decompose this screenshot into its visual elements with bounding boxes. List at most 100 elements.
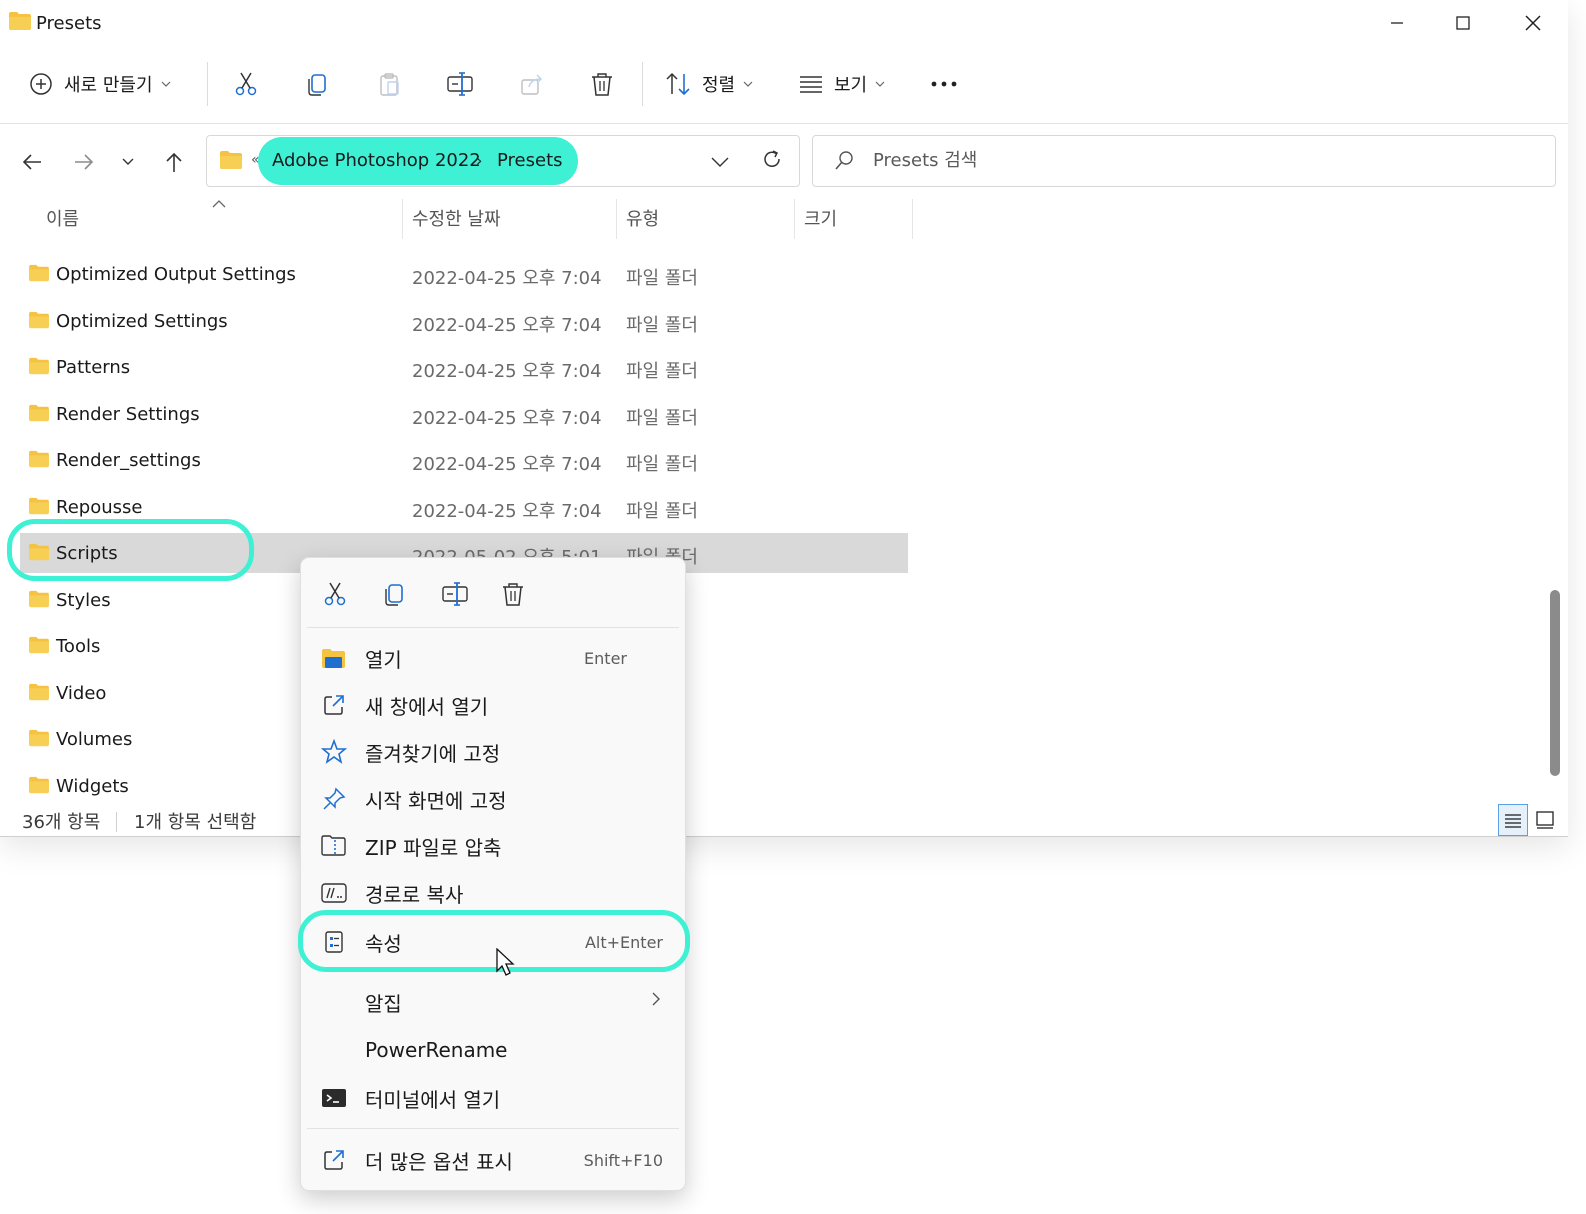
folder-icon (28, 264, 50, 286)
recent-locations-button[interactable] (112, 146, 144, 178)
menu-item-open-terminal[interactable]: 터미널에서 열기 (307, 1074, 679, 1120)
close-icon (1525, 15, 1541, 31)
file-date: 2022-04-25 오후 7:04 (412, 454, 602, 475)
column-divider[interactable] (616, 199, 617, 239)
menu-item-pin-favorites[interactable]: 즐겨찾기에 고정 (307, 728, 679, 774)
view-icon (800, 76, 822, 93)
new-button[interactable]: 새로 만들기 (28, 62, 171, 106)
toolbar-divider (207, 62, 208, 106)
file-row[interactable]: Patterns 2022-04-25 오후 7:04 파일 폴더 (20, 347, 908, 387)
menu-item-alzip[interactable]: 알집 (307, 978, 679, 1024)
zip-icon (321, 833, 347, 859)
toolbar-divider (642, 62, 643, 106)
menu-divider (307, 1128, 679, 1129)
close-button[interactable] (1510, 8, 1556, 38)
delete-icon (592, 73, 612, 96)
properties-highlight-ring (298, 910, 690, 972)
menu-copy-button[interactable] (377, 576, 413, 612)
chevron-down-icon (711, 157, 729, 167)
folder-icon (28, 404, 50, 426)
forward-button[interactable] (66, 146, 102, 178)
plus-circle-icon (30, 73, 52, 95)
file-date: 2022-04-25 오후 7:04 (412, 314, 602, 336)
file-row[interactable]: Optimized Output Settings 2022-04-25 오후 7… (20, 254, 908, 294)
menu-rename-button[interactable] (437, 576, 473, 612)
cut-icon (324, 582, 346, 606)
column-header-size[interactable]: 크기 (804, 205, 837, 231)
paste-button[interactable] (371, 62, 407, 106)
rename-icon (442, 582, 468, 606)
file-row[interactable]: Render_settings 2022-04-25 오후 7:04 파일 폴더 (20, 440, 908, 480)
copy-button[interactable] (300, 62, 336, 106)
details-view-button[interactable] (1498, 804, 1528, 836)
file-row[interactable]: Render Settings 2022-04-25 오후 7:04 파일 폴더 (20, 394, 908, 434)
menu-item-pin-start[interactable]: 시작 화면에 고정 (307, 775, 679, 821)
share-button[interactable] (514, 62, 550, 106)
file-name: Repousse (56, 496, 143, 518)
copy-icon (308, 74, 326, 96)
column-divider[interactable] (402, 199, 403, 239)
chevron-right-icon (651, 990, 661, 1012)
menu-item-open[interactable]: 열기 Enter (307, 634, 679, 680)
folder-icon (28, 776, 50, 798)
pin-icon (321, 786, 347, 812)
view-label: 보기 (834, 75, 868, 96)
column-header-type[interactable]: 유형 (626, 205, 659, 231)
mouse-cursor-icon (496, 947, 518, 982)
sort-button[interactable]: 정렬 (664, 62, 753, 106)
more-options-icon (321, 1147, 347, 1173)
status-divider (116, 812, 117, 832)
file-explorer-window: Presets 새로 만들기 정렬 보기 « Adobe Photoshop 2… (0, 0, 1568, 837)
file-name: Widgets (56, 775, 129, 797)
scripts-highlight-ring (7, 519, 254, 581)
tiles-view-button[interactable] (1530, 804, 1560, 836)
up-button[interactable] (156, 146, 192, 178)
menu-delete-button[interactable] (495, 576, 531, 612)
file-name: Volumes (56, 729, 133, 750)
menu-item-copy-path[interactable]: 경로로 복사 (307, 869, 679, 915)
file-row[interactable]: Optimized Settings 2022-04-25 오후 7:04 파일 폴… (20, 301, 908, 341)
folder-icon (28, 729, 50, 751)
more-button[interactable] (928, 62, 960, 106)
column-divider[interactable] (912, 199, 913, 239)
maximize-icon (1456, 16, 1470, 30)
view-button[interactable]: 보기 (798, 62, 885, 106)
title-bar: Presets (0, 0, 1568, 46)
refresh-button[interactable] (761, 148, 783, 174)
menu-item-open-new-window[interactable]: 새 창에서 열기 (307, 681, 679, 727)
minimize-button[interactable] (1374, 8, 1420, 38)
rename-button[interactable] (442, 62, 478, 106)
file-type: 파일 폴더 (626, 268, 698, 289)
column-header-name[interactable]: 이름 (46, 205, 79, 231)
folder-icon (28, 497, 50, 519)
window-title: Presets (36, 13, 102, 34)
chevron-down-icon (122, 158, 134, 165)
column-header-date[interactable]: 수정한 날짜 (412, 205, 501, 231)
cut-icon (235, 72, 257, 96)
menu-cut-button[interactable] (317, 576, 353, 612)
file-name: Render_settings (56, 450, 201, 471)
column-divider[interactable] (794, 199, 795, 239)
menu-item-more-options[interactable]: 더 많은 옵션 표시 Shift+F10 (307, 1136, 679, 1182)
address-dropdown-button[interactable] (711, 153, 729, 172)
breadcrumb-item[interactable]: Adobe Photoshop 2022 (272, 150, 481, 171)
search-input[interactable] (871, 149, 1475, 172)
maximize-button[interactable] (1440, 8, 1486, 38)
arrow-left-icon (22, 154, 41, 170)
search-box[interactable] (812, 135, 1556, 187)
cut-button[interactable] (228, 62, 264, 106)
file-date: 2022-04-25 오후 7:04 (412, 361, 602, 382)
back-button[interactable] (14, 146, 50, 178)
share-icon (521, 74, 543, 95)
menu-item-zip[interactable]: ZIP 파일로 압축 (307, 822, 679, 868)
rename-icon (447, 72, 473, 96)
delete-button[interactable] (584, 62, 620, 106)
scrollbar-thumb[interactable] (1550, 590, 1560, 776)
chevron-down-icon (161, 81, 170, 87)
breadcrumb-item[interactable]: Presets (497, 150, 563, 171)
tiles-view-icon (1536, 811, 1554, 829)
details-view-icon (1505, 814, 1521, 828)
open-folder-icon (321, 645, 347, 671)
menu-item-powerrename[interactable]: PowerRename (307, 1028, 679, 1074)
file-name: Optimized Settings (56, 310, 228, 332)
